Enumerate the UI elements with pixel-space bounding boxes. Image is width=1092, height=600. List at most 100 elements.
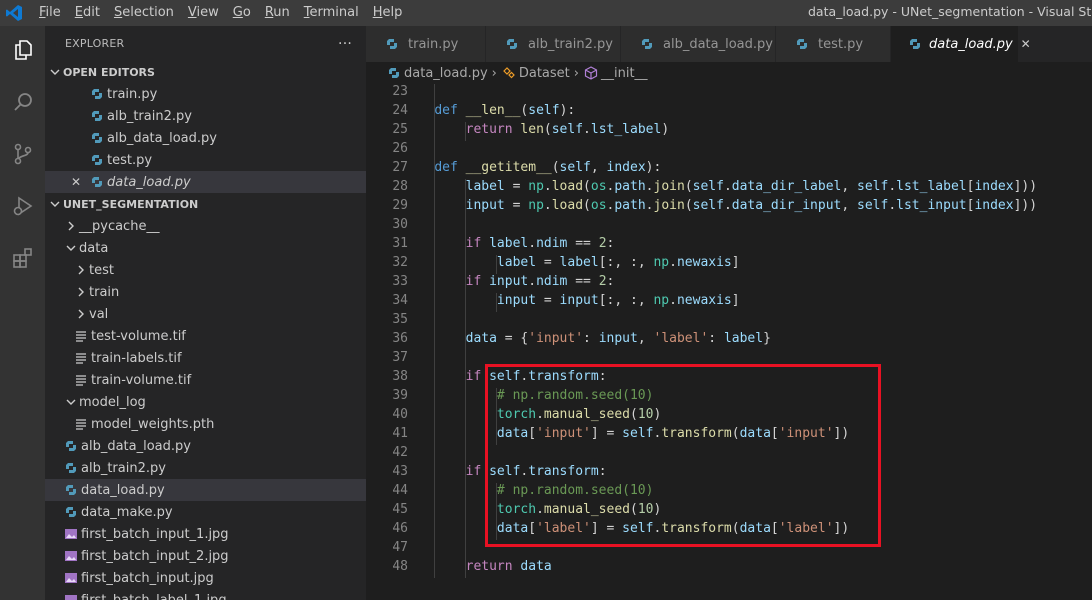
tree-folder[interactable]: val	[45, 303, 366, 325]
image-file-icon	[63, 526, 79, 542]
tree-file[interactable]: test-volume.tif	[45, 325, 366, 347]
breadcrumb-file[interactable]: data_load.py	[404, 66, 488, 81]
explorer-title: EXPLORER	[65, 37, 125, 50]
line-number: 28	[392, 179, 408, 194]
editor-tab[interactable]: test.py	[776, 26, 891, 62]
python-file-icon	[63, 438, 79, 454]
line-number: 31	[392, 236, 408, 251]
tree-folder[interactable]: test	[45, 259, 366, 281]
window-title: data_load.py - UNet_segmentation - Visua…	[808, 4, 1092, 19]
code-editor[interactable]: 23 24 def __len__(self): 25 return len(sel…	[366, 84, 1092, 600]
code-line: 29 input = np.load(os.path.join(self.dat…	[366, 196, 1092, 215]
tree-folder[interactable]: data	[45, 237, 366, 259]
code-text: data = {'input': input, 'label': label}	[465, 331, 771, 346]
code-line: 23	[366, 84, 1092, 101]
source-control-icon[interactable]	[0, 132, 45, 176]
menu-item[interactable]: File	[32, 0, 68, 26]
code-line: 24 def __len__(self):	[366, 101, 1092, 120]
tree-file[interactable]: alb_data_load.py	[45, 435, 366, 457]
line-number: 40	[392, 407, 408, 422]
tree-folder[interactable]: model_log	[45, 391, 366, 413]
editor-tab[interactable]: alb_data_load.py	[621, 26, 776, 62]
open-editor-item[interactable]: train.py	[45, 83, 366, 105]
open-editor-item[interactable]: alb_data_load.py	[45, 127, 366, 149]
line-number: 25	[392, 122, 408, 137]
python-file-icon	[63, 460, 79, 476]
close-icon[interactable]: ✕	[71, 175, 81, 189]
line-number: 30	[392, 217, 408, 232]
explorer-header: EXPLORER ···	[45, 26, 366, 61]
tree-file[interactable]: train-volume.tif	[45, 369, 366, 391]
menu-item[interactable]: Help	[366, 0, 410, 26]
chevron-right-icon	[73, 284, 89, 300]
menu-item[interactable]: Run	[258, 0, 297, 26]
tree-item-label: data	[79, 240, 109, 256]
code-line: 36 data = {'input': input, 'label': labe…	[366, 329, 1092, 348]
tree-file[interactable]: data_make.py	[45, 501, 366, 523]
tree-item-label: data_make.py	[81, 504, 173, 520]
editor-tab[interactable]: alb_train2.py	[486, 26, 621, 62]
open-editor-label: train.py	[107, 86, 158, 102]
open-editor-item[interactable]: test.py	[45, 149, 366, 171]
menu-bar: File Edit Selection View Go Run Terminal Help	[32, 0, 409, 26]
tree-file[interactable]: first_batch_input.jpg	[45, 567, 366, 589]
more-actions-icon[interactable]: ···	[338, 36, 352, 52]
run-debug-icon[interactable]	[0, 184, 45, 228]
tree-file[interactable]: first_batch_input_2.jpg	[45, 545, 366, 567]
code-line: 32 label = label[:, :, np.newaxis]	[366, 253, 1092, 272]
tree-item-label: first_batch_input_1.jpg	[81, 526, 229, 542]
chevron-down-icon	[63, 394, 79, 410]
tab-close-icon[interactable]: ✕	[1021, 37, 1031, 51]
tree-file[interactable]: first_batch_label_1.jpg	[45, 589, 366, 600]
breadcrumb-class[interactable]: Dataset	[519, 66, 570, 81]
editor-tab[interactable]: data_load.py ✕	[891, 26, 1031, 62]
line-number: 41	[392, 426, 408, 441]
tree-file[interactable]: data_load.py	[45, 479, 366, 501]
breadcrumb-method[interactable]: __init__	[601, 66, 648, 81]
tree-item-label: first_batch_input.jpg	[81, 570, 214, 586]
editor-tab[interactable]: train.py	[366, 26, 486, 62]
open-editor-label: test.py	[107, 152, 153, 168]
chevron-right-icon	[63, 218, 79, 234]
line-number: 36	[392, 331, 408, 346]
tree-folder[interactable]: train	[45, 281, 366, 303]
menu-item[interactable]: Selection	[107, 0, 181, 26]
tree-file[interactable]: model_weights.pth	[45, 413, 366, 435]
tree-file[interactable]: train-labels.tif	[45, 347, 366, 369]
code-text: def __len__(self):	[434, 103, 576, 118]
tree-item-label: __pycache__	[79, 218, 160, 234]
tree-item-label: alb_train2.py	[81, 460, 166, 476]
tree-file[interactable]: alb_train2.py	[45, 457, 366, 479]
search-icon[interactable]	[0, 80, 45, 124]
lines-file-icon	[73, 372, 89, 388]
python-file-icon	[384, 36, 400, 52]
project-title: UNET_SEGMENTATION	[63, 197, 199, 211]
image-file-icon	[63, 592, 79, 600]
line-number: 44	[392, 483, 408, 498]
activity-bar	[0, 26, 45, 600]
open-editor-item[interactable]: alb_train2.py	[45, 105, 366, 127]
menu-item[interactable]: Terminal	[297, 0, 366, 26]
menu-item[interactable]: View	[181, 0, 226, 26]
open-editor-item[interactable]: ✕ data_load.py	[45, 171, 366, 193]
extensions-icon[interactable]	[0, 236, 45, 280]
project-section[interactable]: UNET_SEGMENTATION	[45, 193, 366, 215]
code-line: 33 if input.ndim == 2:	[366, 272, 1092, 291]
lines-file-icon	[73, 350, 89, 366]
python-file-icon	[63, 482, 79, 498]
code-line: 34 input = input[:, :, np.newaxis]	[366, 291, 1092, 310]
tree-item-label: test	[89, 262, 114, 278]
tree-file[interactable]: first_batch_input_1.jpg	[45, 523, 366, 545]
python-file-icon	[639, 36, 655, 52]
vscode-logo-icon	[0, 0, 28, 26]
python-file-icon	[909, 36, 921, 52]
explorer-icon[interactable]	[0, 28, 45, 72]
line-number: 47	[392, 540, 408, 555]
tree-folder[interactable]: __pycache__	[45, 215, 366, 237]
python-file-icon	[89, 86, 105, 102]
menu-item[interactable]: Edit	[68, 0, 107, 26]
line-number: 39	[392, 388, 408, 403]
menu-item[interactable]: Go	[226, 0, 258, 26]
open-editors-section[interactable]: OPEN EDITORS	[45, 61, 366, 83]
python-file-icon	[89, 174, 105, 190]
